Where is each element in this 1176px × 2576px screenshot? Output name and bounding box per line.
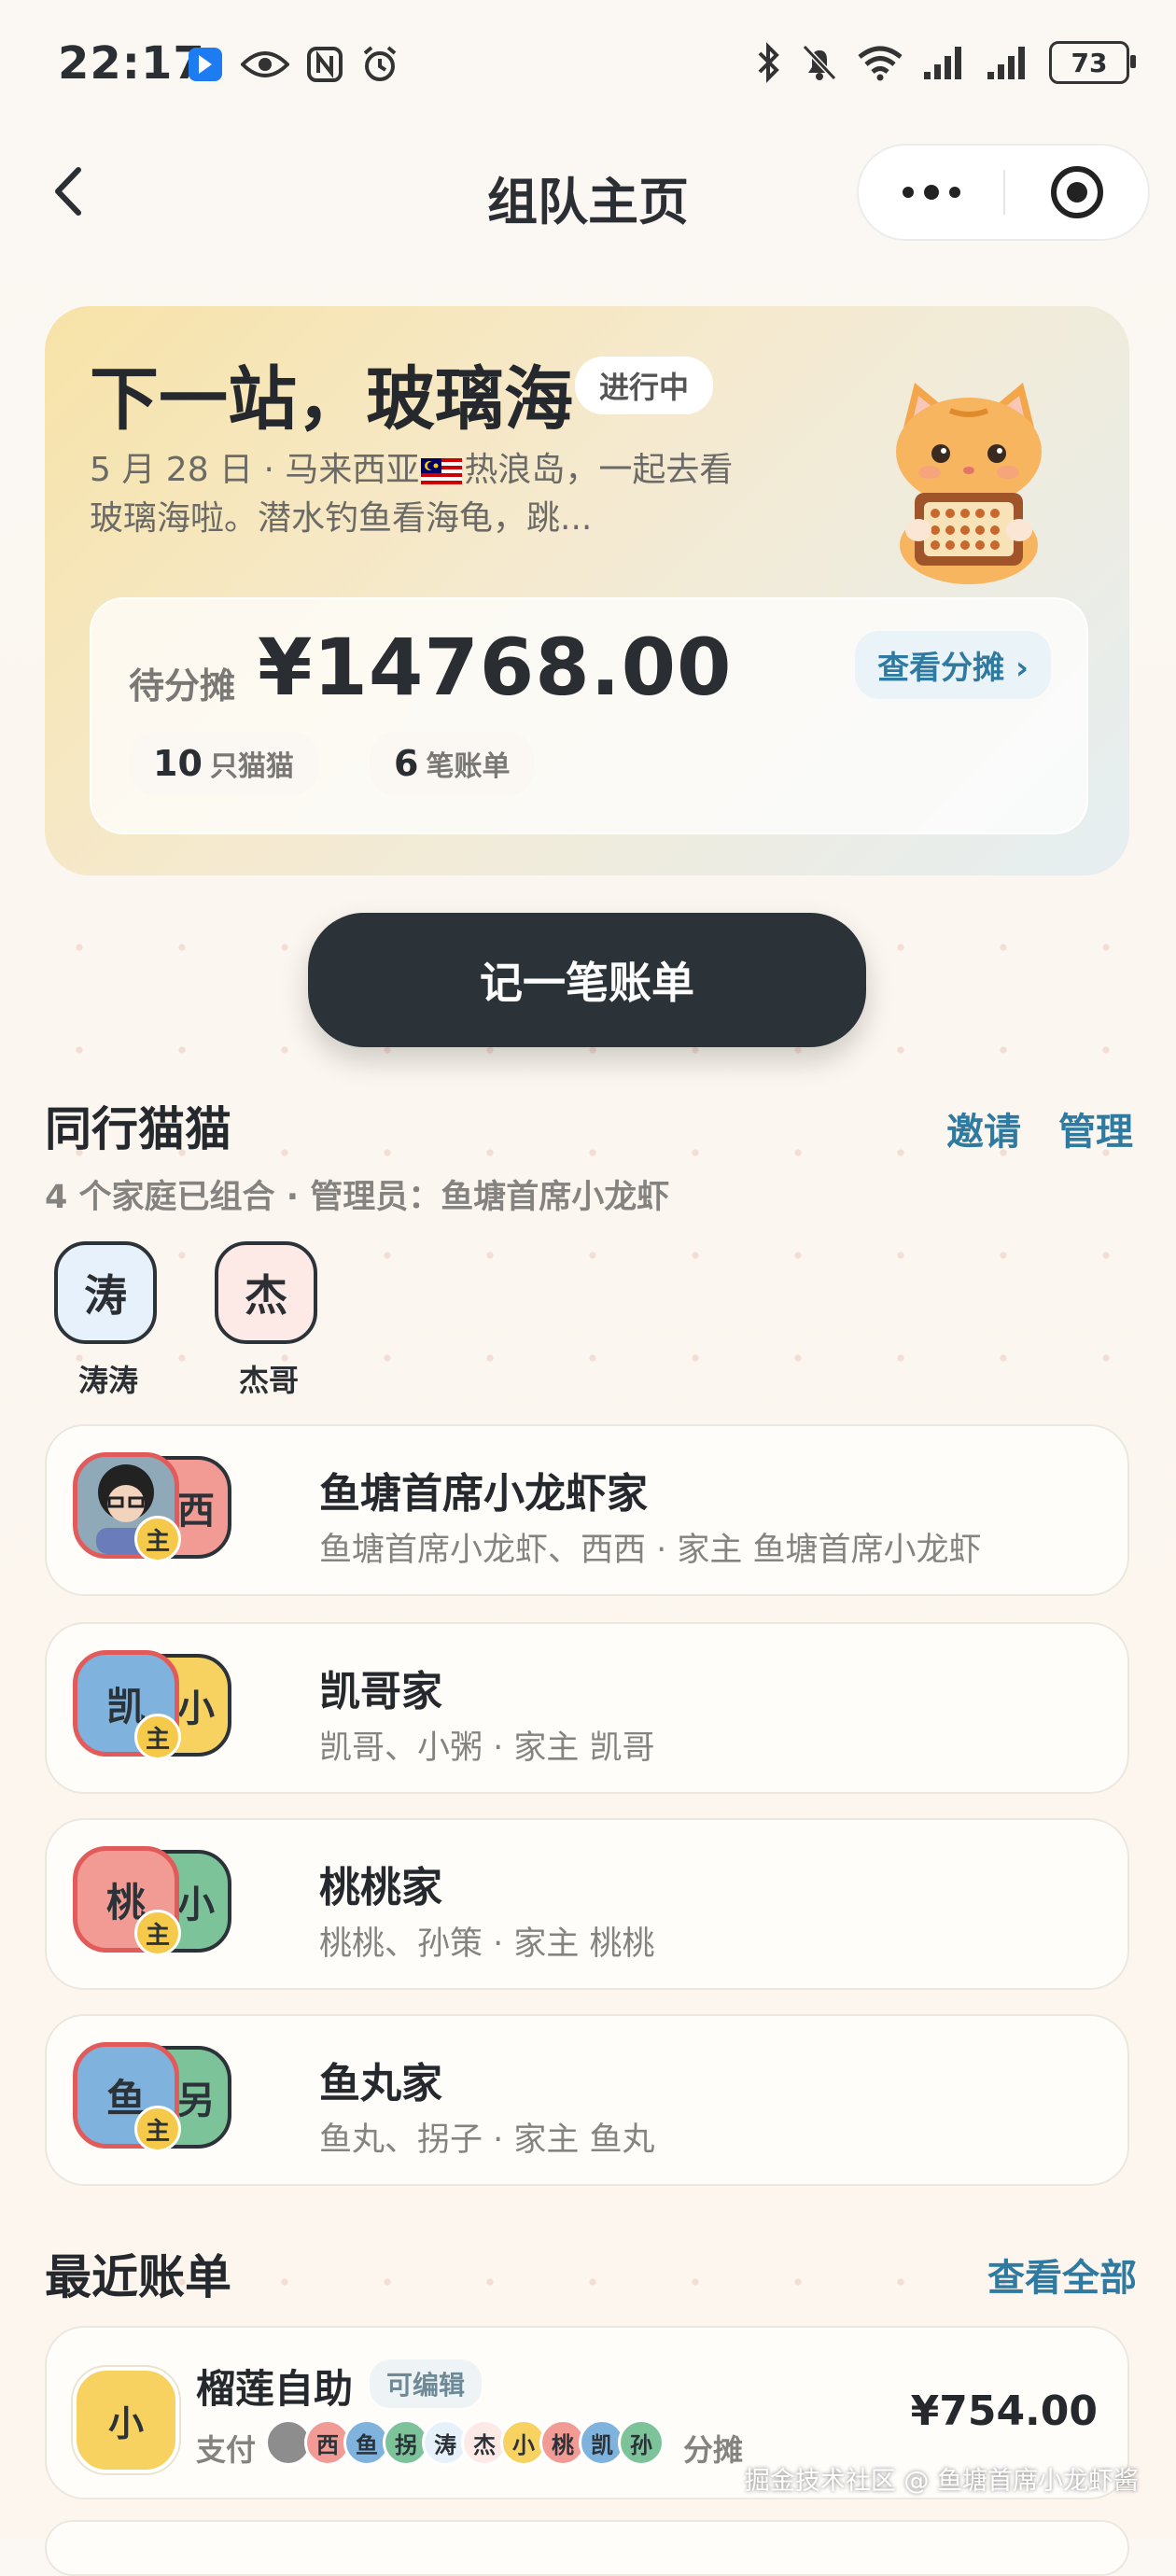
family-card[interactable]: 小 凯 主 凯哥家 凯哥、小粥 · 家主 凯哥 [45, 1622, 1129, 1794]
owner-badge: 主 [134, 2106, 181, 2152]
trip-status-badge: 进行中 [575, 357, 714, 414]
participant-avatars: 西鱼拐涛杰小桃凯孙 [265, 2419, 665, 2466]
eye-icon [241, 51, 289, 77]
wifi-icon [858, 46, 903, 81]
avatar: 涛 [54, 1241, 157, 1344]
record-bill-button[interactable]: 记一笔账单 [308, 913, 866, 1047]
cats-count: 10 [153, 743, 203, 784]
trip-summary-card: 下一站，玻璃海 进行中 5 月 28 日 · 马来西亚 热浪岛，一起去看玻璃海啦。… [45, 306, 1129, 875]
cats-count-chip: 10 只猫猫 [129, 732, 318, 795]
watermark-text: 掘金技术社区 @ 鱼塘首席小龙虾酱 [744, 2467, 1139, 2496]
bill-title: 榴莲自助 [196, 2366, 354, 2412]
status-left-icons [187, 45, 399, 84]
bills-label: 笔账单 [426, 750, 511, 783]
trip-description: 5 月 28 日 · 马来西亚 热浪岛，一起去看玻璃海啦。潜水钓鱼看海龟，跳... [90, 446, 762, 543]
owner-badge: 主 [134, 1910, 181, 1956]
member-taotao[interactable]: 涛 涛涛 [54, 1241, 162, 1400]
family-name: 凯哥家 [319, 1668, 442, 1715]
more-button[interactable] [859, 146, 1003, 239]
bills-count: 6 [394, 743, 419, 784]
family-members: 凯哥、小粥 · 家主 凯哥 [319, 1729, 655, 1767]
view-split-button[interactable]: 查看分摊 › [855, 631, 1051, 699]
family-avatar-stack: 小 凯 主 [73, 1650, 241, 1766]
bill-card[interactable] [45, 2520, 1129, 2576]
nav-bar: 组队主页 [0, 140, 1176, 243]
family-avatar-stack: 另 鱼 主 [73, 2042, 241, 2158]
owner-badge: 主 [134, 1714, 181, 1760]
close-miniprogram-button[interactable] [1005, 146, 1148, 239]
payer-label: 支付 [196, 2432, 257, 2468]
nfc-icon [307, 47, 343, 82]
pending-split-panel: 待分摊 ¥14768.00 查看分摊 › 10 只猫猫 6 笔账单 [90, 597, 1088, 834]
payer-avatar: 小 [73, 2367, 179, 2473]
status-right-icons: 73 [754, 41, 1136, 84]
family-avatar-stack: 西 主 [73, 1452, 241, 1568]
family-members: 鱼塘首席小龙虾、西西 · 家主 鱼塘首席小龙虾 [319, 1532, 982, 1569]
status-bar: 22:17 73 [0, 0, 1176, 131]
app-notification-icon [189, 48, 222, 81]
family-name: 桃桃家 [319, 1864, 442, 1911]
participant-avatar: 孙 [618, 2419, 665, 2466]
signal-icon-2 [987, 47, 1025, 79]
family-card[interactable]: 小 桃 主 桃桃家 桃桃、孙策 · 家主 桃桃 [45, 1818, 1129, 1990]
manage-link[interactable]: 管理 [1058, 1101, 1133, 1155]
recent-bills-title: 最近账单 [45, 2250, 231, 2304]
signal-icon-1 [924, 47, 961, 79]
battery-indicator: 73 [1049, 41, 1136, 84]
target-circle-icon [1050, 166, 1103, 218]
family-avatar-stack: 小 桃 主 [73, 1846, 241, 1962]
mute-bell-icon [802, 44, 837, 81]
family-members: 鱼丸、拐子 · 家主 鱼丸 [319, 2121, 655, 2159]
family-members: 桃桃、孙策 · 家主 桃桃 [319, 1925, 655, 1963]
companions-subtitle: 4 个家庭已组合 · 管理员：鱼塘首席小龙虾 [45, 1179, 670, 1216]
invite-link[interactable]: 邀请 [946, 1101, 1021, 1155]
view-all-link[interactable]: 查看全部 [987, 2247, 1137, 2302]
family-card[interactable]: 另 鱼 主 鱼丸家 鱼丸、拐子 · 家主 鱼丸 [45, 2014, 1129, 2186]
pending-amount: ¥14768.00 [258, 622, 733, 713]
member-name: 涛涛 [77, 1363, 138, 1398]
bluetooth-icon [758, 42, 779, 83]
member-name: 杰哥 [238, 1363, 299, 1398]
family-name: 鱼丸家 [319, 2060, 442, 2107]
more-dots-icon [902, 185, 960, 200]
companions-title: 同行猫猫 [45, 1102, 231, 1156]
trip-desc-part1: 5 月 28 日 · 马来西亚 [90, 451, 420, 489]
cat-abacus-illustration [896, 383, 1042, 584]
editable-tag: 可编辑 [370, 2359, 483, 2408]
alarm-icon [363, 46, 397, 81]
owner-badge: 主 [134, 1516, 181, 1562]
pending-label: 待分摊 [129, 665, 236, 707]
family-card[interactable]: 西 主 鱼塘首席小龙虾家 鱼塘首席小龙虾、西西 · 家主 鱼塘首席小龙虾 [45, 1424, 1129, 1596]
bill-amount: ¥754.00 [910, 2387, 1098, 2435]
status-time: 22:17 [58, 37, 205, 90]
family-name: 鱼塘首席小龙虾家 [319, 1470, 648, 1518]
split-label: 分摊 [683, 2432, 744, 2468]
bills-count-chip: 6 笔账单 [370, 732, 535, 795]
trip-title: 下一站，玻璃海 [90, 359, 573, 440]
avatar: 杰 [215, 1241, 317, 1344]
cats-label: 只猫猫 [209, 750, 294, 783]
malaysia-flag-icon [421, 458, 463, 484]
miniprogram-capsule [857, 144, 1150, 241]
member-jiege[interactable]: 杰 杰哥 [215, 1241, 323, 1400]
